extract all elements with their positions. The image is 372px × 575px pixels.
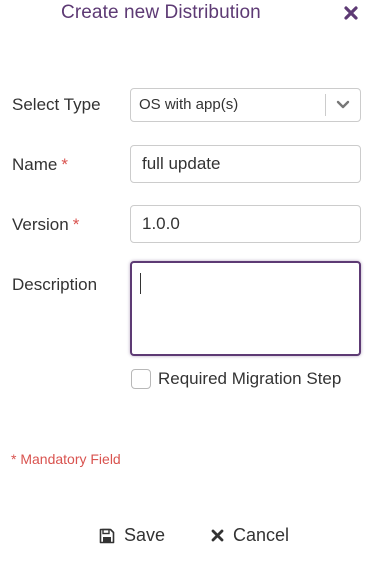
cancel-button[interactable]: Cancel	[211, 525, 289, 546]
description-label: Description	[12, 275, 97, 295]
required-marker: *	[72, 215, 80, 234]
version-label-text: Version	[12, 215, 69, 234]
version-label: Version *	[12, 215, 79, 235]
select-type-label: Select Type	[12, 95, 101, 115]
chevron-down-icon[interactable]	[332, 95, 354, 115]
description-label-text: Description	[12, 275, 98, 294]
mandatory-field-note: * Mandatory Field	[11, 451, 121, 467]
save-icon	[99, 528, 115, 544]
select-type-label-text: Select Type	[12, 95, 101, 114]
required-migration-toggle[interactable]: Required Migration Step	[131, 369, 341, 389]
close-icon	[344, 6, 358, 20]
select-type-value: OS with app(s)	[139, 96, 239, 113]
save-label: Save	[124, 525, 166, 545]
close-button[interactable]	[342, 3, 360, 23]
name-input[interactable]: full update	[130, 145, 361, 183]
required-migration-label: Required Migration Step	[158, 369, 342, 388]
text-caret	[140, 273, 141, 294]
close-icon	[211, 529, 224, 542]
cancel-label: Cancel	[233, 525, 290, 545]
dialog-title: Create new Distribution	[61, 2, 261, 23]
select-type-dropdown[interactable]: OS with app(s)	[130, 88, 361, 122]
required-marker: *	[61, 155, 68, 174]
select-separator	[325, 94, 326, 116]
description-textarea[interactable]	[130, 261, 361, 356]
version-input[interactable]: 1.0.0	[130, 205, 361, 243]
name-label-text: Name	[12, 155, 58, 174]
save-button[interactable]: Save	[99, 525, 165, 546]
name-label: Name *	[12, 155, 68, 175]
required-migration-checkbox[interactable]	[131, 369, 151, 389]
